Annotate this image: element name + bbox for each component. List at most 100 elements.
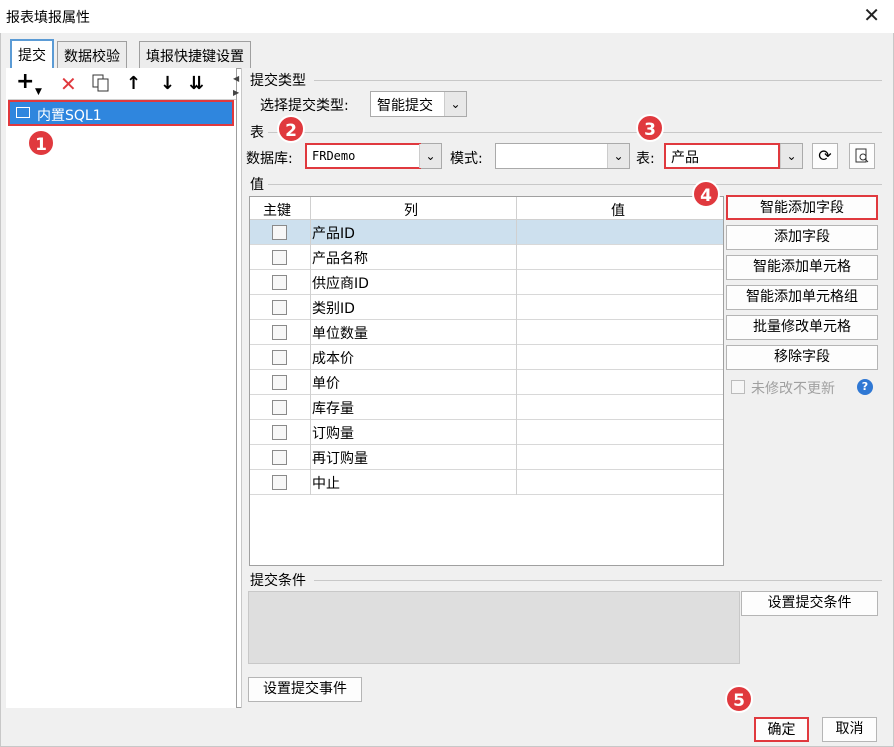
sql-list-item[interactable]: 内置SQL1 <box>8 100 234 126</box>
column-name: 供应商ID <box>312 276 369 292</box>
step-badge: 4 <box>692 180 720 208</box>
column-name: 产品ID <box>312 226 355 242</box>
column-header-value[interactable]: 值 <box>611 200 625 220</box>
ok-button[interactable]: 确定 <box>754 717 809 742</box>
step-badge: 1 <box>27 129 55 157</box>
refresh-icon[interactable]: ⟳ <box>812 143 838 169</box>
add-field-button[interactable]: 添加字段 <box>726 225 878 250</box>
primary-key-checkbox[interactable] <box>272 350 287 365</box>
primary-key-checkbox[interactable] <box>272 300 287 315</box>
preview-icon[interactable] <box>849 143 875 169</box>
column-name: 再订购量 <box>312 451 368 467</box>
step-badge: 2 <box>277 115 305 143</box>
schema-select[interactable]: ⌄ <box>495 143 630 169</box>
sql-item-label: 内置SQL1 <box>37 108 102 124</box>
close-icon[interactable]: ✕ <box>863 3 880 27</box>
copy-icon[interactable] <box>92 74 110 97</box>
table-row[interactable]: 成本价 <box>250 345 723 370</box>
batch-modify-cell-button[interactable]: 批量修改单元格 <box>726 315 878 340</box>
delete-icon[interactable]: ✕ <box>60 74 77 94</box>
divider <box>268 184 882 185</box>
primary-key-checkbox[interactable] <box>272 475 287 490</box>
step-badge: 3 <box>636 114 664 142</box>
expand-right-icon[interactable]: ▶ <box>233 88 239 97</box>
column-name: 库存量 <box>312 401 354 417</box>
primary-key-checkbox[interactable] <box>272 375 287 390</box>
primary-key-checkbox[interactable] <box>272 325 287 340</box>
tab-data-validation[interactable]: 数据校验 <box>57 41 127 68</box>
database-select[interactable]: FRDemo ⌄ <box>305 143 442 169</box>
column-header-primary-key[interactable]: 主键 <box>263 200 291 220</box>
submit-type-select[interactable]: 智能提交 ⌄ <box>370 91 467 117</box>
divider <box>314 80 882 81</box>
chevron-down-icon[interactable]: ▼ <box>35 82 42 102</box>
tab-submit[interactable]: 提交 <box>10 39 54 68</box>
table-row[interactable]: 再订购量 <box>250 445 723 470</box>
chevron-down-icon[interactable]: ⌄ <box>607 144 629 168</box>
primary-key-checkbox[interactable] <box>272 425 287 440</box>
table-value: 产品 <box>671 150 699 166</box>
table-section-label: 表 <box>250 125 264 141</box>
condition-section-label: 提交条件 <box>250 573 306 589</box>
no-update-checkbox[interactable] <box>731 380 745 394</box>
table-label: 表: <box>636 151 655 167</box>
move-bottom-icon[interactable]: ⇊ <box>189 74 204 94</box>
table-header <box>250 197 723 220</box>
remove-field-button[interactable]: 移除字段 <box>726 345 878 370</box>
sql-list-panel <box>6 68 237 708</box>
divider <box>268 132 882 133</box>
no-update-label: 未修改不更新 <box>751 381 835 397</box>
submit-type-value: 智能提交 <box>377 98 433 114</box>
primary-key-checkbox[interactable] <box>272 275 287 290</box>
value-section-label: 值 <box>250 177 264 193</box>
column-header-column[interactable]: 列 <box>404 200 418 220</box>
smart-add-cell-button[interactable]: 智能添加单元格 <box>726 255 878 280</box>
table-row[interactable]: 订购量 <box>250 420 723 445</box>
smart-add-field-button[interactable]: 智能添加字段 <box>726 195 878 220</box>
divider <box>314 580 882 581</box>
database-value: FRDemo <box>312 149 356 163</box>
set-condition-button[interactable]: 设置提交条件 <box>741 591 878 616</box>
primary-key-checkbox[interactable] <box>272 450 287 465</box>
table-select[interactable]: 产品 ⌄ <box>664 143 803 169</box>
table-row[interactable]: 类别ID <box>250 295 723 320</box>
table-row[interactable]: 单价 <box>250 370 723 395</box>
step-badge: 5 <box>725 685 753 713</box>
column-name: 类别ID <box>312 301 355 317</box>
move-down-icon[interactable]: ↓ <box>160 74 175 94</box>
tab-shortcut-settings[interactable]: 填报快捷键设置 <box>139 41 251 68</box>
primary-key-checkbox[interactable] <box>272 225 287 240</box>
chevron-down-icon[interactable]: ⌄ <box>419 144 441 168</box>
help-icon[interactable]: ? <box>857 379 873 395</box>
table-row[interactable]: 库存量 <box>250 395 723 420</box>
column-divider <box>310 197 311 495</box>
window-title: 报表填报属性 <box>6 10 90 26</box>
move-up-icon[interactable]: ↑ <box>126 74 141 94</box>
collapse-left-icon[interactable]: ◀ <box>233 74 239 83</box>
chevron-down-icon[interactable]: ⌄ <box>780 144 802 168</box>
column-name: 产品名称 <box>312 251 368 267</box>
submit-type-label: 选择提交类型: <box>260 98 349 114</box>
condition-display-area <box>248 591 740 664</box>
primary-key-checkbox[interactable] <box>272 250 287 265</box>
smart-add-cell-group-button[interactable]: 智能添加单元格组 <box>726 285 878 310</box>
add-icon[interactable]: + <box>16 71 34 93</box>
table-row[interactable]: 单位数量 <box>250 320 723 345</box>
column-name: 单位数量 <box>312 326 368 342</box>
table-row[interactable]: 产品名称 <box>250 245 723 270</box>
submit-type-section-label: 提交类型 <box>250 73 306 89</box>
column-name: 订购量 <box>312 426 354 442</box>
set-event-button[interactable]: 设置提交事件 <box>248 677 362 702</box>
column-name: 单价 <box>312 376 340 392</box>
primary-key-checkbox[interactable] <box>272 400 287 415</box>
table-row[interactable]: 产品ID <box>250 220 723 245</box>
schema-label: 模式: <box>450 151 483 167</box>
sql-icon <box>16 107 30 118</box>
table-row[interactable]: 供应商ID <box>250 270 723 295</box>
column-name: 成本价 <box>312 351 354 367</box>
title-bar: 报表填报属性 ✕ <box>0 0 894 33</box>
chevron-down-icon[interactable]: ⌄ <box>444 92 466 116</box>
database-label: 数据库: <box>246 151 293 167</box>
table-row[interactable]: 中止 <box>250 470 723 495</box>
cancel-button[interactable]: 取消 <box>822 717 877 742</box>
